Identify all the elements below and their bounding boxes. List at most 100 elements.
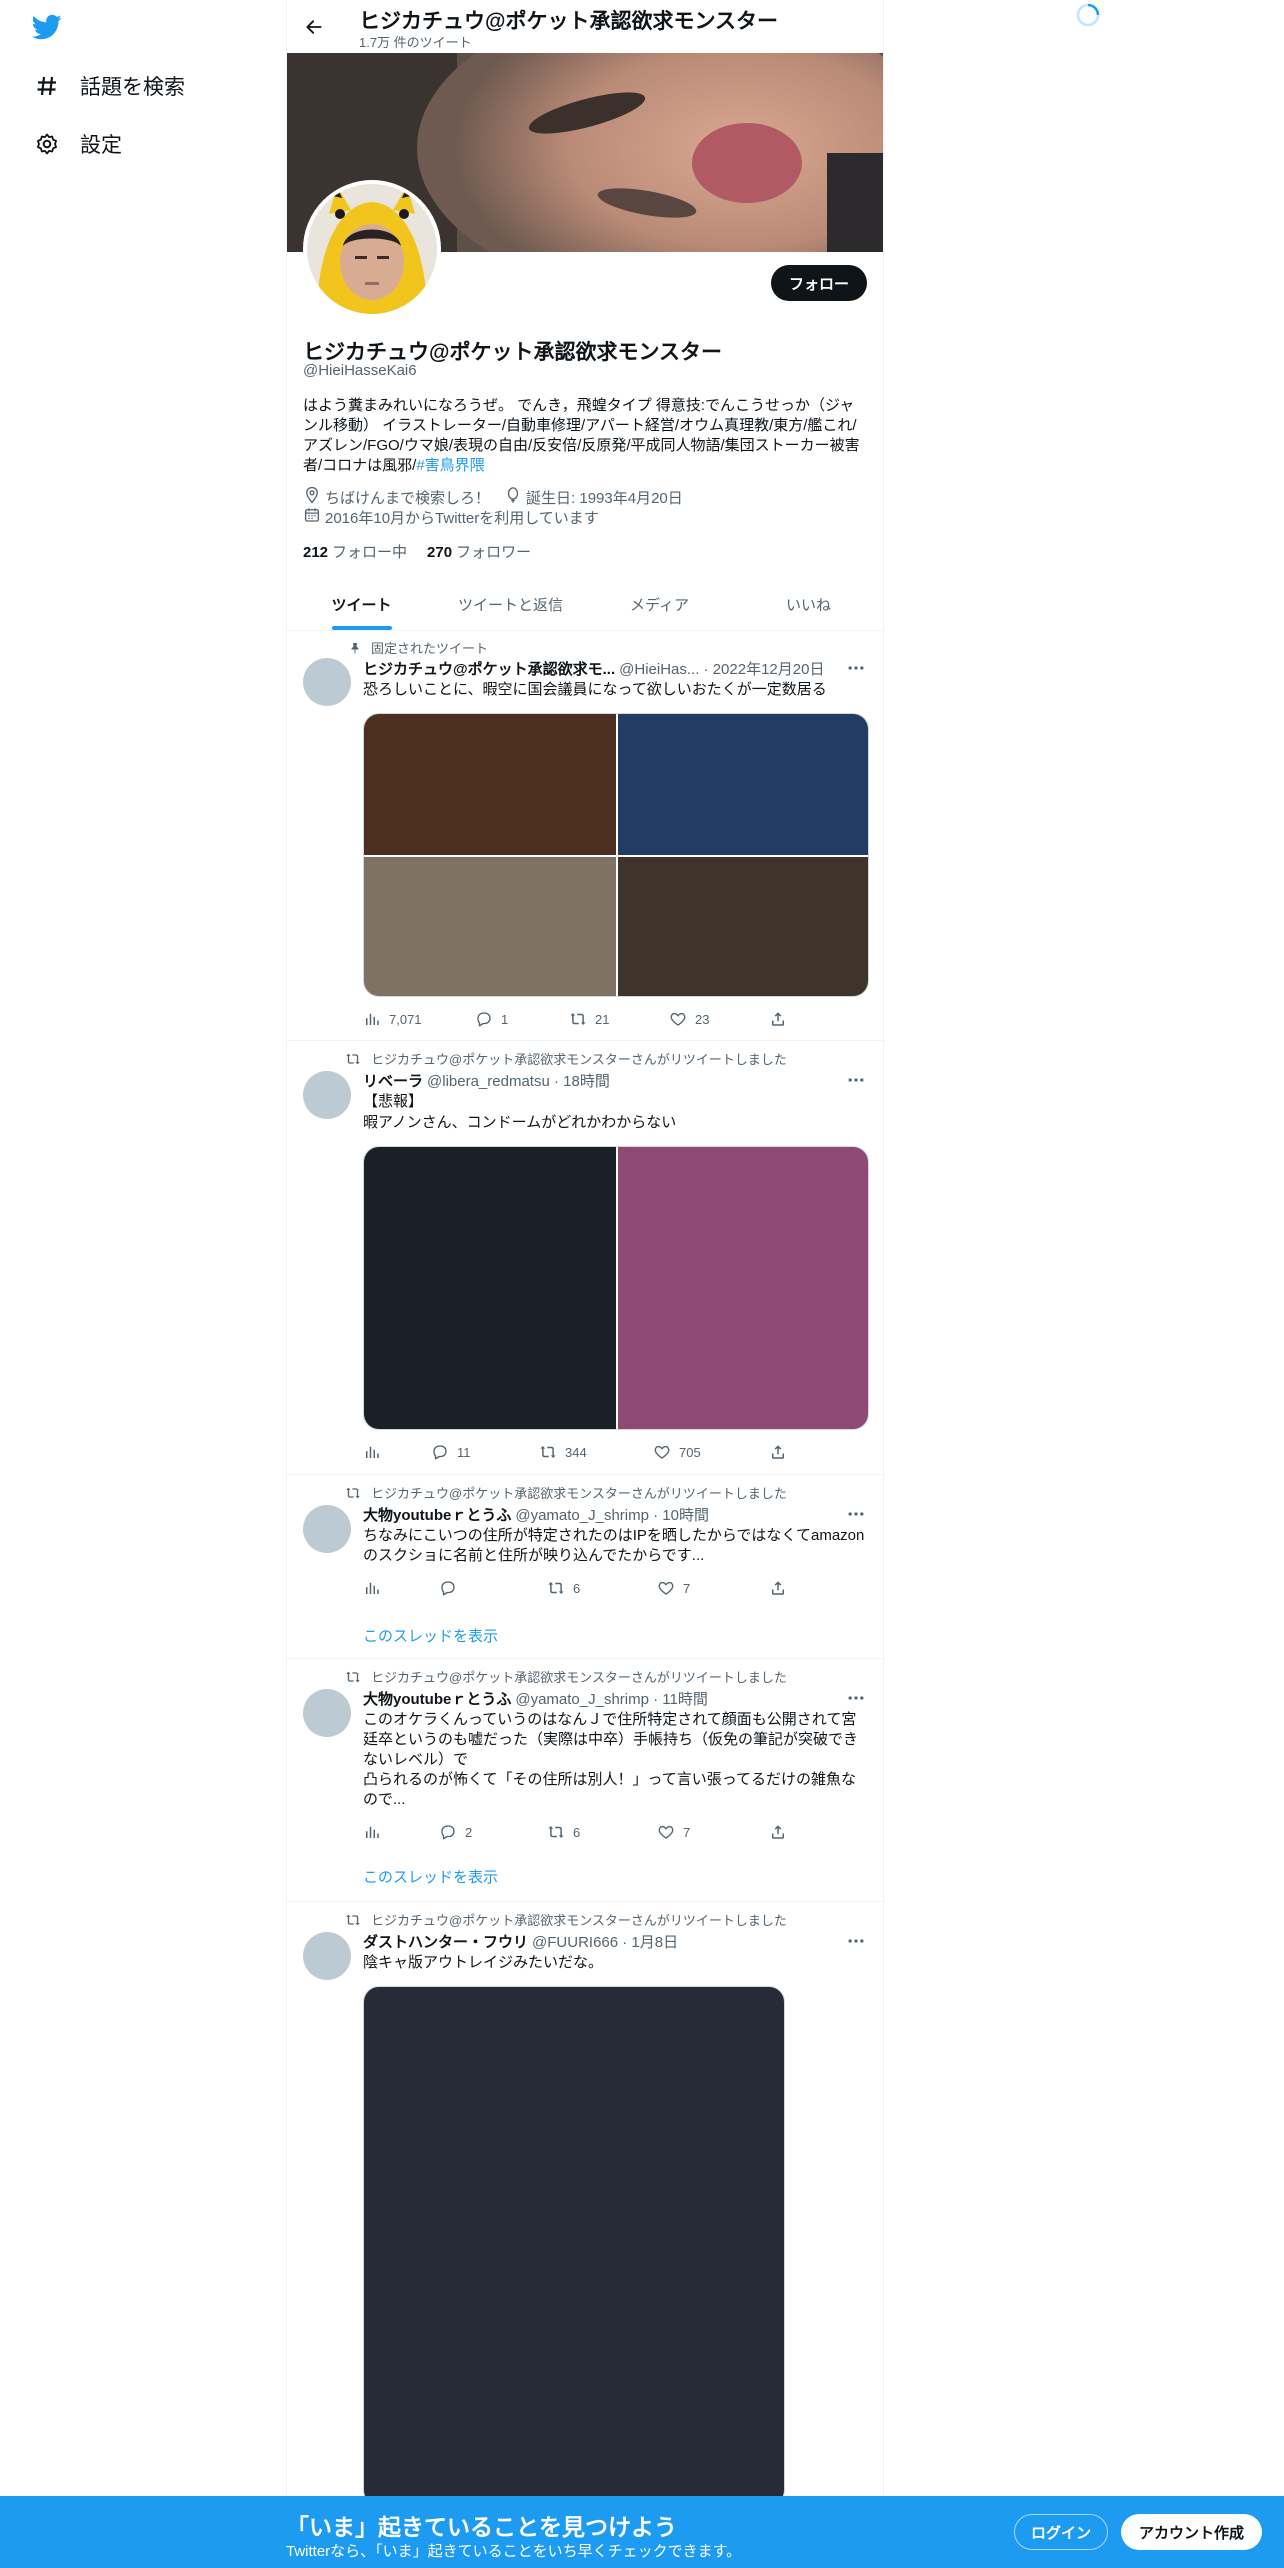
tweet-avatar[interactable]	[303, 1932, 351, 1980]
views-button[interactable]	[363, 1578, 381, 1598]
heart-icon	[657, 1579, 675, 1597]
tweet-author-name[interactable]: ヒジカチュウ@ポケット承認欲求モ...	[363, 658, 615, 679]
bio-hashtag-link[interactable]: #害鳥界隈	[416, 457, 484, 474]
signup-banner-subtitle: Twitterなら、「いま」起きていることをいち早くチェックできます。	[286, 2543, 742, 2560]
like-count: 705	[679, 1444, 701, 1460]
retweet-button[interactable]: 21	[569, 1009, 609, 1029]
back-arrow-icon[interactable]	[301, 14, 327, 40]
media-image[interactable]	[364, 857, 616, 996]
reply-count: 11	[457, 1444, 471, 1460]
tweet-avatar[interactable]	[303, 1505, 351, 1553]
views-button[interactable]: 7,071	[363, 1009, 422, 1029]
media-image[interactable]	[364, 1147, 616, 1429]
following-link[interactable]: 212 フォロー中	[303, 541, 407, 562]
tweet-article[interactable]: ヒジカチュウ@ポケット承認欲求モンスターさんがリツイートしました リベーラ @l…	[287, 1041, 883, 1475]
tweet-article[interactable]: ヒジカチュウ@ポケット承認欲求モンスターさんがリツイートしました 大物youtu…	[287, 1475, 883, 1659]
heart-icon	[657, 1823, 675, 1841]
reply-button[interactable]: 11	[431, 1442, 471, 1462]
reply-button[interactable]: 2	[439, 1822, 472, 1842]
like-button[interactable]: 7	[657, 1822, 690, 1842]
tab-media[interactable]: メディア	[585, 578, 734, 630]
retweet-button[interactable]: 6	[547, 1822, 580, 1842]
gear-icon	[34, 131, 60, 157]
heart-icon	[653, 1443, 671, 1461]
context-text: 固定されたツイート	[371, 641, 489, 656]
more-icon[interactable]	[845, 659, 867, 677]
media-image[interactable]	[364, 714, 616, 855]
retweet-button[interactable]: 6	[547, 1578, 580, 1598]
reply-button[interactable]: 1	[475, 1009, 508, 1029]
login-button[interactable]: ログイン	[1014, 2514, 1109, 2550]
share-button[interactable]	[769, 1009, 787, 1029]
heart-icon	[669, 1010, 687, 1028]
media-image[interactable]	[618, 857, 868, 996]
context-text: ヒジカチュウ@ポケット承認欲求モンスターさんがリツイートしました	[371, 1052, 787, 1067]
tweet-media-grid[interactable]	[363, 713, 869, 997]
follow-button[interactable]: フォロー	[770, 265, 867, 301]
share-button[interactable]	[769, 1442, 787, 1462]
tweet-actions: 7,071 1 21 23	[363, 1009, 803, 1029]
tab-likes[interactable]: いいね	[734, 578, 883, 630]
more-icon[interactable]	[845, 1932, 867, 1950]
like-button[interactable]: 23	[669, 1009, 709, 1029]
tweet-context: ヒジカチュウ@ポケット承認欲求モンスターさんがリツイートしました	[335, 1483, 787, 1502]
followers-link[interactable]: 270 フォロワー	[427, 541, 531, 562]
share-icon	[769, 1823, 787, 1841]
tweet-media-grid[interactable]	[363, 1146, 869, 1430]
media-image[interactable]	[618, 1147, 868, 1429]
tab-label: いいね	[785, 596, 831, 614]
signup-banner-title: 「いま」起きていることを見つけよう	[286, 2514, 677, 2540]
tab-label: ツイート	[331, 596, 392, 614]
tweet-meta[interactable]: @FUURI666 · 1月8日	[532, 1931, 678, 1952]
tweet-author-name[interactable]: 大物youtubeｒとうふ	[363, 1688, 511, 1709]
show-thread-link[interactable]: このスレッドを表示	[363, 1625, 498, 1646]
more-icon[interactable]	[845, 1071, 867, 1089]
nav-item-settings[interactable]: 設定	[34, 124, 122, 164]
media-image[interactable]	[618, 714, 868, 855]
signup-button[interactable]: アカウント作成	[1121, 2514, 1263, 2550]
retweet-count: 21	[595, 1011, 610, 1027]
views-button[interactable]	[363, 1442, 381, 1462]
retweet-count: 6	[573, 1580, 581, 1596]
tab-tweets[interactable]: ツイート	[287, 578, 436, 630]
calendar-icon	[303, 506, 325, 528]
share-button[interactable]	[769, 1578, 787, 1598]
tweet-avatar[interactable]	[303, 658, 351, 706]
balloon-icon	[504, 486, 526, 508]
share-button[interactable]	[769, 1822, 787, 1842]
tweet-meta[interactable]: @HieiHas... · 2022年12月20日	[619, 658, 824, 679]
profile-joined: 2016年10月からTwitterを利用しています	[303, 506, 613, 528]
tweet-meta[interactable]: @yamato_J_shrimp · 10時間	[515, 1504, 709, 1525]
retweet-button[interactable]: 344	[539, 1442, 587, 1462]
tweet-author-name[interactable]: 大物youtubeｒとうふ	[363, 1504, 511, 1525]
views-icon	[363, 1010, 381, 1028]
tweet-avatar[interactable]	[303, 1689, 351, 1737]
like-count: 23	[695, 1011, 710, 1027]
nav-item-explore[interactable]: 話題を検索	[34, 66, 185, 106]
like-button[interactable]: 705	[653, 1442, 701, 1462]
retweet-icon	[335, 1669, 361, 1685]
signup-banner: 「いま」起きていることを見つけよう Twitterなら、「いま」起きていることを…	[0, 2496, 1284, 2568]
reply-button[interactable]	[439, 1578, 457, 1598]
twitter-logo-icon[interactable]	[30, 12, 66, 44]
tweet-article[interactable]: ヒジカチュウ@ポケット承認欲求モンスターさんがリツイートしました ダストハンター…	[287, 1902, 883, 2506]
views-button[interactable]	[363, 1822, 381, 1842]
tweet-meta[interactable]: @yamato_J_shrimp · 11時間	[515, 1688, 708, 1709]
tweet-avatar[interactable]	[303, 1071, 351, 1119]
profile-avatar[interactable]	[303, 180, 441, 318]
tweet-author-name[interactable]: リベーラ	[363, 1070, 423, 1091]
share-icon	[769, 1579, 787, 1597]
more-icon[interactable]	[845, 1689, 867, 1707]
like-button[interactable]: 7	[657, 1578, 690, 1598]
tweet-meta[interactable]: @libera_redmatsu · 18時間	[427, 1070, 610, 1091]
tweet-author-name[interactable]: ダストハンター・フウリ	[363, 1931, 528, 1952]
tweet-media-image[interactable]	[363, 1986, 785, 2506]
tweet-article[interactable]: 固定されたツイート ヒジカチュウ@ポケット承認欲求モ... @HieiHas..…	[287, 631, 883, 1041]
more-icon[interactable]	[845, 1505, 867, 1523]
tab-tweets-and-replies[interactable]: ツイートと返信	[436, 578, 585, 630]
profile-meta: ちばけんまで検索しろ！ 誕生日: 1993年4月20日	[303, 486, 697, 508]
tweet-article[interactable]: ヒジカチュウ@ポケット承認欲求モンスターさんがリツイートしました 大物youtu…	[287, 1659, 883, 1902]
following-label: フォロー中	[332, 544, 408, 561]
show-thread-link[interactable]: このスレッドを表示	[363, 1866, 498, 1887]
retweet-icon	[539, 1443, 557, 1461]
